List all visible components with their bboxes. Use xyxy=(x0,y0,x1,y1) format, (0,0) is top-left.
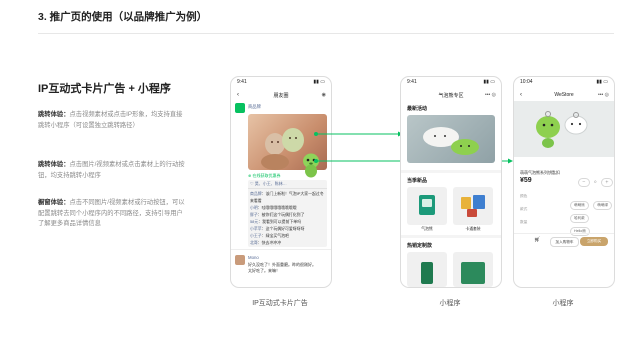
battery-icon: ▮▮ ▭ xyxy=(596,79,608,85)
status-bar: 9:41 ▮▮ ▭ xyxy=(401,77,501,89)
section-gap xyxy=(401,235,501,238)
caption-2: 小程序 xyxy=(439,300,461,307)
capsule-menu-icon[interactable]: ••• ◎ xyxy=(598,92,609,98)
section-latest: 最新活动 xyxy=(407,106,428,112)
option-chip-row-3: Hello熊 xyxy=(570,219,590,237)
latest-banner[interactable] xyxy=(407,115,495,163)
pillow-figures-icon xyxy=(423,127,479,155)
quantity-value-icon: ○ xyxy=(594,179,597,184)
custom-card-2[interactable] xyxy=(453,252,493,287)
back-icon[interactable]: ‹ xyxy=(520,92,522,98)
product-label-2: 卡通套装 xyxy=(465,227,481,231)
caption-3: 小程序 xyxy=(552,300,574,307)
bottom-divider xyxy=(514,233,614,234)
battery-icon: ▮▮ ▭ xyxy=(483,79,495,85)
option-chip[interactable]: Hello熊 xyxy=(570,227,590,236)
nav-bar: 气泡熊专区 ••• ◎ xyxy=(401,89,501,101)
product-label-1: 气泡熊 xyxy=(421,227,433,231)
keychain-product-icon xyxy=(536,111,588,148)
nav-bar: ‹ WeStore ••• ◎ xyxy=(514,89,614,101)
product-image[interactable] xyxy=(514,101,614,157)
product-card-2[interactable] xyxy=(453,187,493,225)
custom-product-icon xyxy=(461,262,485,284)
section-gap xyxy=(401,170,501,173)
product-card-1[interactable] xyxy=(407,187,447,225)
nav-title: 气泡熊专区 xyxy=(438,92,464,99)
phone-westore-product: 10:04 ▮▮ ▭ ‹ WeStore ••• ◎ 萌萌气泡熊系列钥匙扣 ¥5… xyxy=(513,76,615,288)
option-label-3: 数量 xyxy=(520,220,528,224)
capsule-menu-icon[interactable]: ••• ◎ xyxy=(485,92,496,98)
option-chip[interactable]: 萌萌绿 xyxy=(593,201,613,210)
section-custom: 热销定制款 xyxy=(407,243,433,249)
option-label-2: 款式 xyxy=(520,207,528,211)
cart-icon[interactable]: 🛒︎ xyxy=(534,237,540,243)
status-time: 9:41 xyxy=(407,79,417,85)
add-to-cart-button[interactable]: 加入购物车 xyxy=(550,237,579,247)
status-time: 10:04 xyxy=(520,79,533,85)
plus-button[interactable]: ＋ xyxy=(601,178,613,187)
quantity-stepper[interactable]: － ○ ＋ xyxy=(578,170,613,188)
arrow-origin-icon xyxy=(314,159,318,163)
product-box-icon xyxy=(419,195,435,215)
custom-card-1[interactable] xyxy=(407,252,447,287)
minus-button[interactable]: － xyxy=(578,178,590,187)
section-products: 当季新品 xyxy=(407,178,428,184)
caption-1: IP互动式卡片广告 xyxy=(252,300,308,307)
product-price: ¥59 xyxy=(520,177,532,184)
nav-title: WeStore xyxy=(554,92,574,98)
custom-product-icon xyxy=(421,262,433,284)
option-label-1: 颜色 xyxy=(520,194,528,198)
buy-now-button[interactable]: 立即购买 xyxy=(580,237,608,246)
status-bar: 10:04 ▮▮ ▭ xyxy=(514,77,614,89)
product-set-icon xyxy=(461,195,485,217)
arrow-origin-icon xyxy=(314,132,318,136)
phone-miniprogram-landing: 9:41 ▮▮ ▭ 气泡熊专区 ••• ◎ 最新活动 当季新品 气泡熊 卡通套装… xyxy=(400,76,502,288)
product-name: 萌萌气泡熊系列钥匙扣 xyxy=(520,170,560,175)
